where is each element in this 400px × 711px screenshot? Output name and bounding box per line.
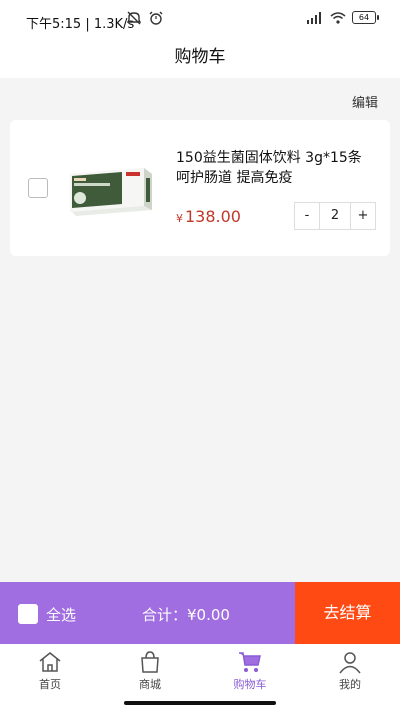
cart-icon xyxy=(239,652,261,672)
checkout-button[interactable]: 去结算 xyxy=(295,582,400,644)
quantity-field[interactable]: 2 xyxy=(319,203,351,229)
tab-label: 商城 xyxy=(139,678,161,691)
cart-item: 150益生菌固体饮料 3g*15条 呵护肠道 提高免疫 ¥138.00 - 2 … xyxy=(10,120,390,256)
battery-icon: 64 xyxy=(352,11,379,24)
total-value: ¥0.00 xyxy=(187,606,230,624)
tab-home[interactable]: 首页 xyxy=(0,644,100,711)
page-title: 购物车 xyxy=(174,47,226,67)
decrease-button[interactable]: - xyxy=(295,203,319,229)
status-bar: 下午5:15 | 1.3K/s 64 xyxy=(0,0,400,40)
status-icons-left xyxy=(126,11,164,25)
currency-symbol: ¥ xyxy=(176,212,183,225)
page-header: 购物车 xyxy=(0,40,400,78)
tab-label: 首页 xyxy=(39,678,61,691)
quantity-stepper: - 2 + xyxy=(294,202,376,230)
total-amount: 合计：¥0.00 xyxy=(142,604,230,625)
item-checkbox[interactable] xyxy=(28,178,48,198)
increase-button[interactable]: + xyxy=(351,203,375,229)
user-icon xyxy=(339,652,361,674)
mute-icon xyxy=(126,11,142,25)
home-indicator xyxy=(124,701,276,705)
status-icons-right: 64 xyxy=(306,11,379,24)
price-value: 138.00 xyxy=(185,207,241,226)
product-price: ¥138.00 xyxy=(176,207,241,226)
tab-profile[interactable]: 我的 xyxy=(300,644,400,711)
signal-icon xyxy=(307,11,321,24)
select-all-checkbox[interactable] xyxy=(18,604,38,624)
checkout-bar: 全选 合计：¥0.00 去结算 xyxy=(0,582,400,644)
wifi-icon xyxy=(330,11,346,24)
status-time: 下午5:15 | 1.3K/s xyxy=(26,17,135,32)
select-all-label[interactable]: 全选 xyxy=(46,604,76,625)
tab-label: 购物车 xyxy=(233,678,267,691)
total-label: 合计： xyxy=(142,606,188,624)
home-icon xyxy=(39,652,61,672)
tab-label: 我的 xyxy=(339,678,361,691)
shopping-bag-icon xyxy=(141,651,159,673)
product-title[interactable]: 150益生菌固体饮料 3g*15条 呵护肠道 提高免疫 xyxy=(176,148,376,188)
product-image xyxy=(70,168,152,216)
edit-button[interactable]: 编辑 xyxy=(352,92,378,111)
alarm-icon xyxy=(149,11,163,25)
